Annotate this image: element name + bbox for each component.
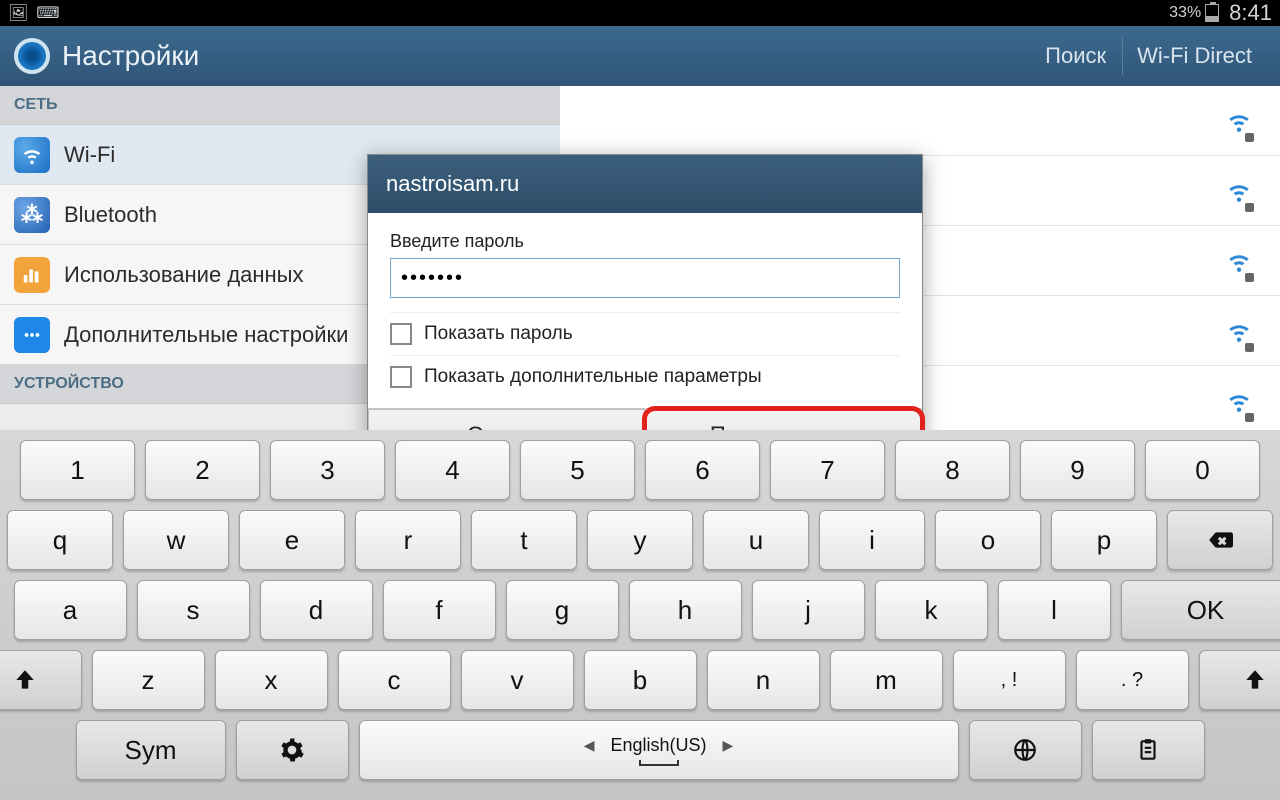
key-1[interactable]: 1: [20, 440, 135, 500]
on-screen-keyboard: 1234567890 qwertyuiop asdfghjklOK zxcvbn…: [0, 430, 1280, 800]
key-l[interactable]: l: [998, 580, 1111, 640]
period-key[interactable]: . ?: [1076, 650, 1189, 710]
ok-key[interactable]: OK: [1121, 580, 1280, 640]
data-usage-icon: [14, 257, 50, 293]
key-o[interactable]: o: [935, 510, 1041, 570]
status-left: 🖼 ⌨: [8, 3, 59, 23]
key-5[interactable]: 5: [520, 440, 635, 500]
settings-header: Настройки Поиск Wi-Fi Direct: [0, 26, 1280, 86]
key-n[interactable]: n: [707, 650, 820, 710]
wifi-signal-icon: [1226, 108, 1252, 140]
key-2[interactable]: 2: [145, 440, 260, 500]
key-s[interactable]: s: [137, 580, 250, 640]
spacebar-key[interactable]: ◀English(US)▶: [359, 720, 959, 780]
page-title: Настройки: [62, 40, 199, 72]
wifi-signal-icon: [1226, 178, 1252, 210]
key-f[interactable]: f: [383, 580, 496, 640]
status-right: 33% 8:41: [1169, 0, 1272, 26]
key-v[interactable]: v: [461, 650, 574, 710]
key-4[interactable]: 4: [395, 440, 510, 500]
clipboard-key[interactable]: [1092, 720, 1205, 780]
battery-percent: 33%: [1169, 4, 1201, 22]
key-e[interactable]: e: [239, 510, 345, 570]
key-0[interactable]: 0: [1145, 440, 1260, 500]
key-8[interactable]: 8: [895, 440, 1010, 500]
wifi-icon: [14, 137, 50, 173]
status-bar: 🖼 ⌨ 33% 8:41: [0, 0, 1280, 26]
sidebar-label-more: Дополнительные настройки: [64, 322, 348, 348]
wifi-signal-icon: [1226, 318, 1252, 350]
network-row[interactable]: [560, 86, 1280, 156]
keyboard-settings-key[interactable]: [236, 720, 349, 780]
wifi-direct-action[interactable]: Wi-Fi Direct: [1122, 37, 1266, 75]
more-icon: [14, 317, 50, 353]
battery-icon: [1205, 4, 1219, 22]
key-q[interactable]: q: [7, 510, 113, 570]
keyboard-indicator-icon: ⌨: [36, 3, 59, 23]
key-r[interactable]: r: [355, 510, 461, 570]
key-x[interactable]: x: [215, 650, 328, 710]
key-h[interactable]: h: [629, 580, 742, 640]
key-m[interactable]: m: [830, 650, 943, 710]
wifi-signal-icon: [1226, 248, 1252, 280]
key-u[interactable]: u: [703, 510, 809, 570]
key-t[interactable]: t: [471, 510, 577, 570]
password-label: Введите пароль: [390, 231, 900, 252]
key-9[interactable]: 9: [1020, 440, 1135, 500]
key-d[interactable]: d: [260, 580, 373, 640]
language-key[interactable]: [969, 720, 1082, 780]
key-a[interactable]: a: [14, 580, 127, 640]
show-password-checkbox[interactable]: [390, 323, 412, 345]
gear-icon: [14, 38, 50, 74]
key-k[interactable]: k: [875, 580, 988, 640]
show-password-label: Показать пароль: [424, 323, 573, 345]
key-g[interactable]: g: [506, 580, 619, 640]
show-advanced-checkbox[interactable]: [390, 366, 412, 388]
key-y[interactable]: y: [587, 510, 693, 570]
category-network: СЕТЬ: [0, 86, 560, 125]
show-password-row[interactable]: Показать пароль: [390, 312, 900, 355]
clock: 8:41: [1229, 0, 1272, 26]
key-w[interactable]: w: [123, 510, 229, 570]
wifi-connect-dialog: nastroisam.ru Введите пароль Показать па…: [367, 154, 923, 462]
key-7[interactable]: 7: [770, 440, 885, 500]
key-b[interactable]: b: [584, 650, 697, 710]
key-6[interactable]: 6: [645, 440, 760, 500]
sidebar-label-wifi: Wi-Fi: [64, 142, 115, 168]
shift-left-key[interactable]: [0, 650, 82, 710]
backspace-key[interactable]: [1167, 510, 1273, 570]
password-input[interactable]: [390, 258, 900, 298]
wifi-signal-icon: [1226, 388, 1252, 420]
shift-right-key[interactable]: [1199, 650, 1280, 710]
sidebar-label-bluetooth: Bluetooth: [64, 202, 157, 228]
key-c[interactable]: c: [338, 650, 451, 710]
gallery-icon: 🖼: [8, 3, 28, 23]
key-p[interactable]: p: [1051, 510, 1157, 570]
dialog-title: nastroisam.ru: [368, 155, 922, 213]
search-action[interactable]: Поиск: [1031, 37, 1120, 75]
key-z[interactable]: z: [92, 650, 205, 710]
key-j[interactable]: j: [752, 580, 865, 640]
bluetooth-icon: ⁂: [14, 197, 50, 233]
key-3[interactable]: 3: [270, 440, 385, 500]
sym-key[interactable]: Sym: [76, 720, 226, 780]
show-advanced-row[interactable]: Показать дополнительные параметры: [390, 355, 900, 398]
sidebar-label-data-usage: Использование данных: [64, 262, 304, 288]
show-advanced-label: Показать дополнительные параметры: [424, 366, 762, 388]
key-i[interactable]: i: [819, 510, 925, 570]
comma-key[interactable]: , !: [953, 650, 1066, 710]
